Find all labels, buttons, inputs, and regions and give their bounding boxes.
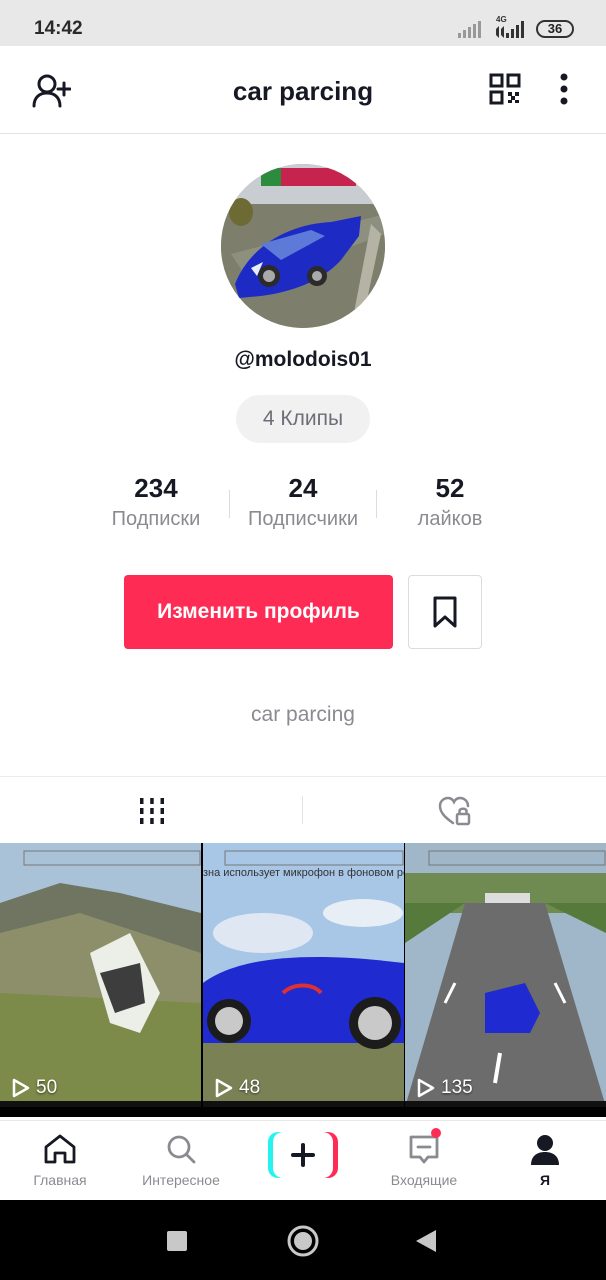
tab-liked[interactable]: [303, 777, 606, 845]
bottom-navigation: Главная Интересное Входящие Я: [0, 1120, 606, 1200]
nav-label: Интересное: [142, 1172, 220, 1188]
stat-divider: [376, 490, 377, 518]
profile-header: car parcing: [0, 46, 606, 134]
play-icon: [12, 1078, 30, 1098]
qr-code-icon: [489, 73, 521, 105]
view-count-value: 48: [239, 1077, 261, 1098]
view-count: 135: [417, 1077, 473, 1099]
back-triangle-icon: [416, 1230, 436, 1252]
grid-icon: [139, 798, 164, 824]
view-count: 50: [12, 1077, 57, 1099]
stat-value: 52: [435, 473, 465, 503]
stat-following[interactable]: 234 Подписки: [81, 470, 231, 531]
nav-home[interactable]: Главная: [0, 1121, 120, 1201]
back-button[interactable]: [414, 1228, 438, 1254]
favorites-button[interactable]: [408, 575, 482, 649]
stat-likes[interactable]: 52 лайков: [375, 470, 525, 531]
clips-chip[interactable]: 4 Клипы: [236, 395, 370, 443]
status-time: 14:42: [34, 18, 83, 39]
nav-label: Входящие: [390, 1172, 458, 1188]
video-thumbnail[interactable]: 50: [0, 843, 201, 1107]
stat-label: Подписки: [111, 508, 201, 530]
recents-button[interactable]: [166, 1230, 188, 1252]
plus-icon: [268, 1132, 338, 1178]
video-thumbnail[interactable]: зна использует микрофон в фоновом режиме…: [203, 843, 404, 1107]
circle-icon: [287, 1225, 319, 1257]
stat-label: Подписчики: [247, 508, 359, 530]
stat-value: 234: [134, 473, 178, 503]
inbox-badge: [431, 1128, 441, 1138]
signal-4g-icon: 4G: [494, 15, 528, 39]
video-preview: [0, 843, 201, 1107]
avatar-image: [221, 164, 385, 328]
signal-icon: [458, 21, 481, 38]
nav-label: Главная: [33, 1172, 87, 1188]
video-overlay-text: зна использует микрофон в фоновом режиме: [203, 867, 404, 879]
play-icon: [417, 1078, 435, 1098]
profile-bio: car parcing: [251, 703, 355, 726]
stat-followers[interactable]: 24 Подписчики: [228, 470, 378, 531]
stat-divider: [229, 490, 230, 518]
username: @molodois01: [234, 348, 372, 371]
home-system-button[interactable]: [286, 1224, 320, 1258]
battery-indicator: 36: [536, 20, 574, 38]
video-grid: 50 зна использует микрофон в фоновом реж…: [0, 843, 606, 1117]
create-button[interactable]: [268, 1132, 338, 1178]
status-bar: 14:42 4G 36: [0, 0, 606, 46]
stat-value: 24: [288, 473, 318, 503]
edit-profile-button[interactable]: Изменить профиль: [124, 575, 393, 649]
view-count: 48: [215, 1077, 260, 1099]
liked-locked-icon: [438, 796, 470, 826]
square-icon: [167, 1231, 187, 1251]
avatar[interactable]: [221, 164, 385, 328]
profile-stats: 234 Подписки 24 Подписчики 52 лайков: [0, 470, 606, 540]
video-preview: [405, 843, 606, 1107]
search-icon: [167, 1135, 196, 1164]
play-icon: [215, 1078, 233, 1098]
video-preview: [203, 843, 404, 1107]
bookmark-icon: [433, 596, 457, 628]
home-icon: [44, 1134, 76, 1164]
view-count-value: 50: [36, 1077, 58, 1098]
more-menu-button[interactable]: [552, 72, 576, 106]
profile-icon: [531, 1135, 559, 1165]
stat-label: лайков: [417, 508, 483, 530]
nav-profile[interactable]: Я: [485, 1121, 605, 1201]
tab-divider: [302, 796, 303, 824]
system-navigation-bar: [0, 1200, 606, 1280]
inbox-icon: [409, 1135, 439, 1164]
video-thumbnail[interactable]: 135: [405, 843, 606, 1107]
nav-inbox[interactable]: Входящие: [364, 1121, 484, 1201]
view-count-value: 135: [441, 1077, 473, 1098]
tab-videos[interactable]: [0, 777, 303, 845]
nav-discover[interactable]: Интересное: [121, 1121, 241, 1201]
qr-code-button[interactable]: [488, 72, 522, 106]
content-tabs: [0, 776, 606, 844]
more-vertical-icon: [560, 73, 568, 105]
nav-label: Я: [539, 1172, 551, 1188]
